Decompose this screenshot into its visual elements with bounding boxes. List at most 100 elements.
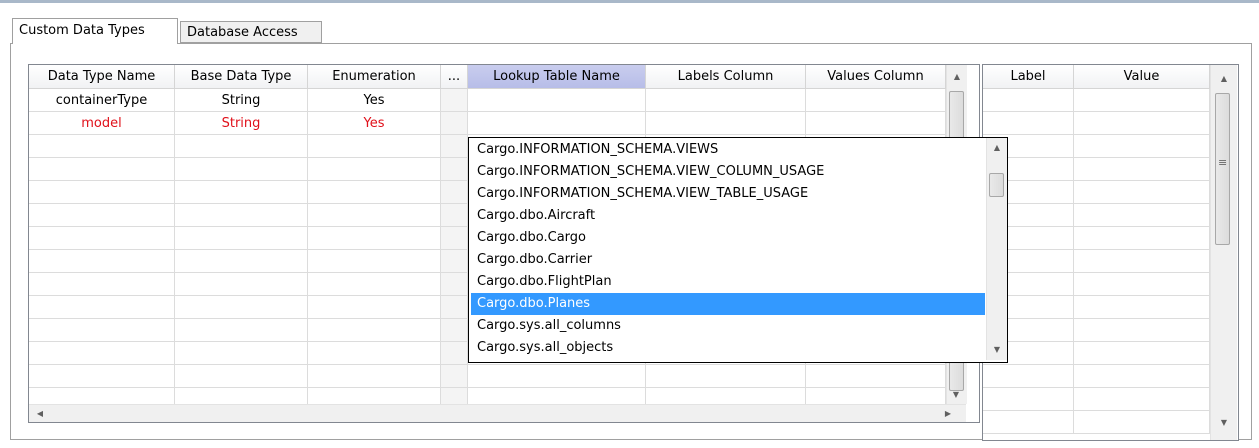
empty-cell[interactable] xyxy=(29,273,175,296)
table-cell[interactable]: String xyxy=(175,89,308,112)
empty-cell[interactable] xyxy=(175,296,308,319)
empty-cell[interactable] xyxy=(441,181,468,204)
empty-cell[interactable] xyxy=(308,319,441,342)
empty-cell[interactable] xyxy=(1074,319,1210,342)
scroll-thumb[interactable] xyxy=(989,173,1004,197)
empty-cell[interactable] xyxy=(29,227,175,250)
empty-cell[interactable] xyxy=(983,112,1074,135)
empty-cell[interactable] xyxy=(29,296,175,319)
empty-cell[interactable] xyxy=(1074,204,1210,227)
header-labels-column[interactable]: Labels Column xyxy=(646,65,806,89)
header-lookup-table-name[interactable]: Lookup Table Name xyxy=(468,65,646,89)
dropdown-option[interactable]: Cargo.dbo.Carrier xyxy=(471,249,985,271)
scroll-thumb[interactable]: ≡ xyxy=(1215,93,1230,245)
empty-cell[interactable] xyxy=(983,89,1074,112)
grid-horizontal-scrollbar[interactable]: ◀ ▶ xyxy=(29,404,966,422)
empty-cell[interactable] xyxy=(175,158,308,181)
empty-cell[interactable] xyxy=(646,365,806,388)
empty-cell[interactable] xyxy=(308,135,441,158)
empty-cell[interactable] xyxy=(1074,135,1210,158)
empty-cell[interactable] xyxy=(983,388,1074,411)
empty-cell[interactable] xyxy=(175,342,308,365)
scroll-left-arrow-icon[interactable]: ◀ xyxy=(31,406,49,422)
empty-cell[interactable] xyxy=(175,135,308,158)
empty-cell[interactable] xyxy=(1074,273,1210,296)
empty-cell[interactable] xyxy=(441,342,468,365)
empty-cell[interactable] xyxy=(175,250,308,273)
dropdown-option[interactable]: Cargo.dbo.Cargo xyxy=(471,227,985,249)
tab-database-access[interactable]: Database Access xyxy=(180,21,322,43)
label-value-grid[interactable]: Label Value ▲ ≡ ▼ xyxy=(982,64,1239,441)
empty-cell[interactable] xyxy=(441,365,468,388)
header-ellipsis[interactable]: ... xyxy=(441,65,468,89)
empty-cell[interactable] xyxy=(1074,342,1210,365)
empty-cell[interactable] xyxy=(1074,411,1210,434)
empty-cell[interactable] xyxy=(441,158,468,181)
tab-custom-data-types[interactable]: Custom Data Types xyxy=(12,18,178,44)
empty-cell[interactable] xyxy=(308,250,441,273)
table-cell[interactable]: Yes xyxy=(308,89,441,112)
dropdown-option[interactable]: Cargo.INFORMATION_SCHEMA.VIEW_COLUMN_USA… xyxy=(471,161,985,183)
empty-cell[interactable] xyxy=(806,365,946,388)
empty-cell[interactable] xyxy=(29,135,175,158)
dropdown-option[interactable]: Cargo.INFORMATION_SCHEMA.VIEWS xyxy=(471,139,985,161)
empty-cell[interactable] xyxy=(29,342,175,365)
empty-cell[interactable] xyxy=(29,204,175,227)
dropdown-scrollbar[interactable]: ▲ ▼ xyxy=(986,138,1007,360)
empty-cell[interactable] xyxy=(1074,365,1210,388)
empty-cell[interactable] xyxy=(308,227,441,250)
table-cell[interactable] xyxy=(441,89,468,112)
empty-cell[interactable] xyxy=(1074,227,1210,250)
empty-cell[interactable] xyxy=(175,273,308,296)
side-grid-vertical-scrollbar[interactable]: ▲ ≡ ▼ xyxy=(1210,65,1237,440)
empty-cell[interactable] xyxy=(441,273,468,296)
empty-cell[interactable] xyxy=(308,342,441,365)
empty-cell[interactable] xyxy=(441,204,468,227)
scroll-down-arrow-icon[interactable]: ▼ xyxy=(947,387,965,403)
header-base-data-type[interactable]: Base Data Type xyxy=(175,65,308,89)
empty-cell[interactable] xyxy=(1074,112,1210,135)
scroll-up-arrow-icon[interactable]: ▲ xyxy=(988,140,1006,156)
table-cell[interactable] xyxy=(441,112,468,135)
dropdown-option[interactable]: Cargo.dbo.FlightPlan xyxy=(471,271,985,293)
empty-cell[interactable] xyxy=(1074,296,1210,319)
empty-cell[interactable] xyxy=(468,365,646,388)
table-cell[interactable] xyxy=(806,112,946,135)
scroll-down-arrow-icon[interactable]: ▼ xyxy=(988,342,1006,358)
scroll-up-arrow-icon[interactable]: ▲ xyxy=(1215,71,1233,87)
table-cell[interactable] xyxy=(806,89,946,112)
empty-cell[interactable] xyxy=(308,365,441,388)
dropdown-option[interactable]: Cargo.dbo.Planes xyxy=(471,293,985,315)
empty-cell[interactable] xyxy=(1074,158,1210,181)
scroll-up-arrow-icon[interactable]: ▲ xyxy=(948,69,966,85)
empty-cell[interactable] xyxy=(308,273,441,296)
table-cell[interactable] xyxy=(468,89,646,112)
header-data-type-name[interactable]: Data Type Name xyxy=(29,65,175,89)
empty-cell[interactable] xyxy=(308,158,441,181)
table-cell[interactable]: containerType xyxy=(29,89,175,112)
dropdown-option[interactable]: Cargo.INFORMATION_SCHEMA.VIEW_TABLE_USAG… xyxy=(471,183,985,205)
dropdown-option[interactable]: Cargo.sys.all_columns xyxy=(471,315,985,337)
scroll-right-arrow-icon[interactable]: ▶ xyxy=(939,406,957,422)
dropdown-option[interactable]: Cargo.sys.all_objects xyxy=(471,337,985,359)
empty-cell[interactable] xyxy=(175,204,308,227)
empty-cell[interactable] xyxy=(441,227,468,250)
empty-cell[interactable] xyxy=(308,296,441,319)
empty-cell[interactable] xyxy=(1074,250,1210,273)
empty-cell[interactable] xyxy=(441,296,468,319)
empty-cell[interactable] xyxy=(29,158,175,181)
empty-cell[interactable] xyxy=(175,319,308,342)
dropdown-option[interactable]: Cargo.dbo.Aircraft xyxy=(471,205,985,227)
table-cell[interactable]: model xyxy=(29,112,175,135)
empty-cell[interactable] xyxy=(308,204,441,227)
lookup-table-dropdown[interactable]: ▲ ▼ Cargo.INFORMATION_SCHEMA.VIEWS Cargo.… xyxy=(468,137,1008,363)
header-value[interactable]: Value xyxy=(1074,65,1210,89)
empty-cell[interactable] xyxy=(441,250,468,273)
empty-cell[interactable] xyxy=(983,411,1074,434)
empty-cell[interactable] xyxy=(29,319,175,342)
empty-cell[interactable] xyxy=(29,181,175,204)
table-cell[interactable]: Yes xyxy=(308,112,441,135)
scroll-down-arrow-icon[interactable]: ▼ xyxy=(1215,415,1233,431)
empty-cell[interactable] xyxy=(175,181,308,204)
empty-cell[interactable] xyxy=(308,181,441,204)
